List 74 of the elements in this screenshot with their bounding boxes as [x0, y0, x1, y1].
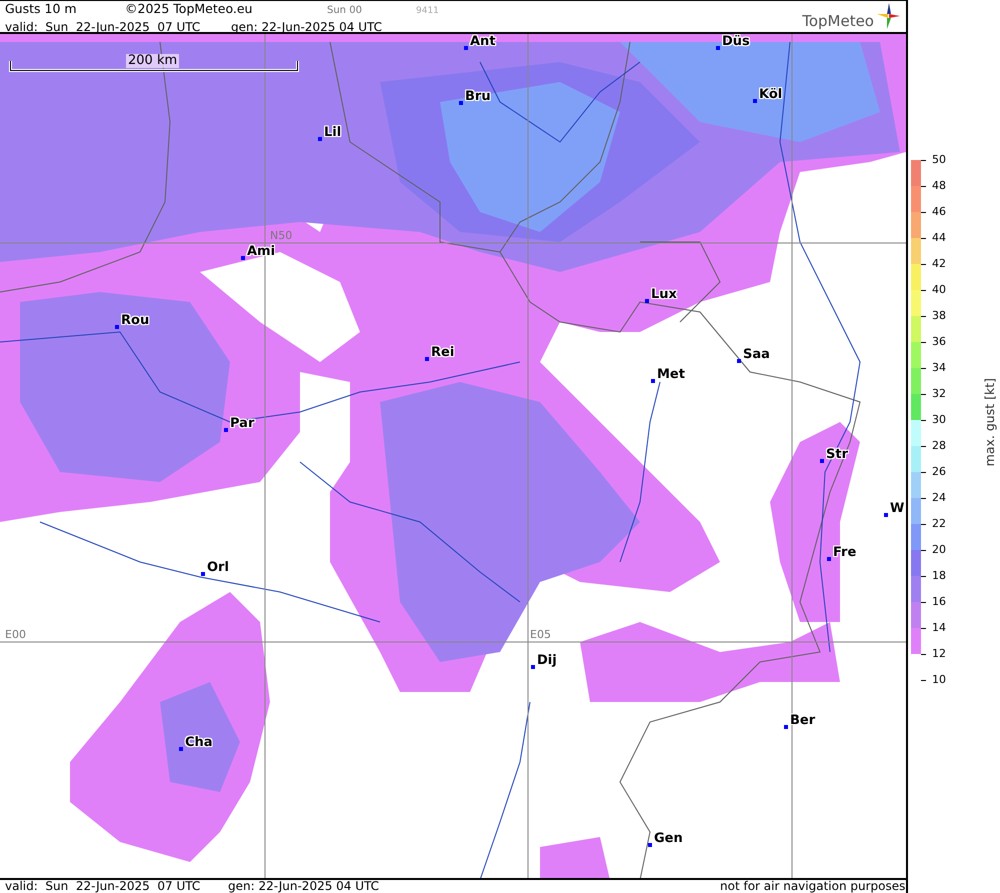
copyright-text: ©2025 TopMeteo.eu: [125, 1, 254, 16]
city-marker: [784, 725, 788, 729]
city-label: Ant: [470, 35, 496, 49]
city-label: Orl: [207, 561, 229, 575]
city-label: Bru: [465, 90, 491, 104]
city-label: Saa: [743, 348, 770, 362]
city-marker: [115, 325, 119, 329]
tick-label: 14: [932, 622, 946, 634]
city-label: Rei: [431, 346, 454, 360]
city-marker: [459, 101, 463, 105]
run-label: Sun 00: [327, 4, 363, 18]
city-label: Düs: [722, 35, 750, 49]
city-label: W: [890, 502, 904, 516]
city-label: Lil: [324, 126, 342, 140]
valid-time: valid: Sun 22-Jun-2025 07 UTC: [5, 20, 202, 35]
tick-label: 22: [932, 518, 946, 530]
tick-label: 50: [932, 154, 946, 166]
city-label: Cha: [185, 736, 213, 750]
tick-label: 30: [932, 414, 946, 426]
grid-label: N50: [270, 230, 292, 242]
city-label: Köl: [759, 88, 782, 102]
city-marker: [241, 256, 245, 260]
city-label: Par: [230, 417, 254, 431]
city-marker: [648, 843, 652, 847]
city-label: Fre: [833, 546, 856, 560]
city-label: Gen: [654, 832, 683, 846]
grid-label: E00: [5, 629, 26, 641]
tick-label: 38: [932, 310, 946, 322]
city-marker: [753, 99, 757, 103]
tick-label: 12: [932, 648, 946, 660]
logo-text: TopMeteo: [802, 13, 874, 30]
map-title: Gusts 10 m: [5, 1, 78, 16]
tick-label: 26: [932, 466, 946, 478]
city-marker: [820, 459, 824, 463]
tick-label: 28: [932, 440, 946, 452]
city-marker: [827, 557, 831, 561]
city-marker: [716, 46, 720, 50]
code-label: 9411: [416, 5, 439, 18]
tick-label: 36: [932, 336, 946, 348]
city-marker: [318, 137, 322, 141]
city-marker: [645, 299, 649, 303]
city-marker: [179, 747, 183, 751]
city-marker: [531, 665, 535, 669]
legend-title: max. gust [kt]: [982, 378, 997, 466]
city-label: Dij: [537, 654, 557, 668]
tick-label: 46: [932, 206, 946, 218]
city-marker: [737, 359, 741, 363]
city-marker: [201, 572, 205, 576]
city-marker: [651, 379, 655, 383]
tick-label: 20: [932, 544, 946, 556]
city-label: Ber: [790, 714, 816, 728]
grid-label: E05: [530, 629, 551, 641]
tick-label: 42: [932, 258, 946, 270]
generated-time: gen: 22-Jun-2025 04 UTC: [228, 880, 380, 893]
tick-label: 34: [932, 362, 946, 374]
city-label: Met: [657, 368, 685, 382]
tick-label: 40: [932, 284, 946, 296]
tick-label: 44: [932, 232, 946, 244]
city-marker: [224, 428, 228, 432]
tick-label: 24: [932, 492, 946, 504]
city-marker: [884, 513, 888, 517]
valid-time: valid: Sun 22-Jun-2025 07 UTC: [5, 880, 202, 893]
city-marker: [464, 46, 468, 50]
disclaimer-text: not for air navigation purposes: [720, 880, 906, 893]
tick-label: 32: [932, 388, 946, 400]
tick-label: 18: [932, 570, 946, 582]
tick-label: 48: [932, 180, 946, 192]
scale-label: 200 km: [126, 54, 180, 68]
city-label: Ami: [247, 245, 276, 259]
city-marker: [425, 357, 429, 361]
city-label: Lux: [651, 288, 677, 302]
city-label: Rou: [121, 314, 150, 328]
tick-label: 16: [932, 596, 946, 608]
tick-label: 10: [932, 674, 946, 686]
